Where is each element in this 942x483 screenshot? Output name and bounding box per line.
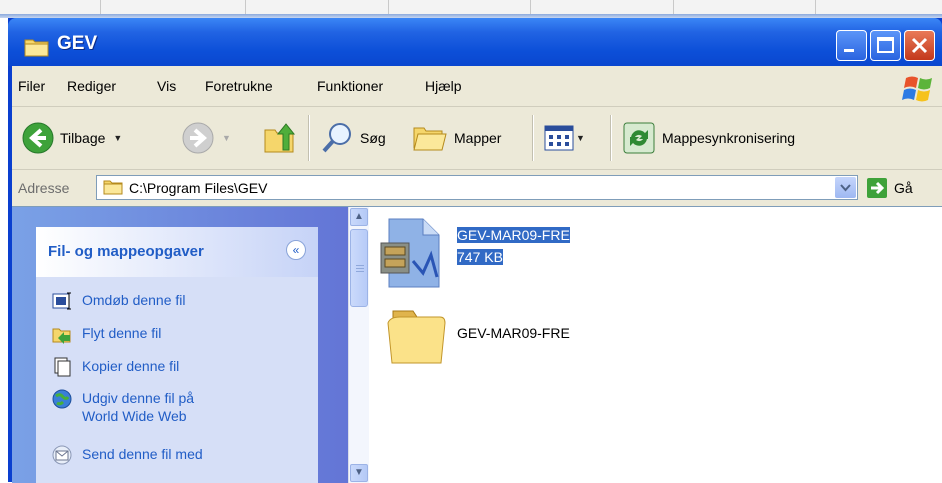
- folder-icon: [387, 310, 446, 364]
- go-label: Gå: [894, 180, 913, 196]
- scroll-down-button[interactable]: ▼: [350, 464, 368, 482]
- file-item-folder[interactable]: GEV-MAR09-FRE: [385, 301, 570, 370]
- back-label: Tilbage: [60, 130, 106, 146]
- move-file-label: Flyt denne fil: [82, 325, 162, 341]
- scroll-thumb[interactable]: [350, 229, 368, 307]
- folder-icon: [24, 39, 49, 57]
- chevron-down-icon[interactable]: ▼: [576, 133, 585, 143]
- rename-file-label: Omdøb denne fil: [82, 292, 186, 308]
- rename-file-link[interactable]: Omdøb denne fil: [52, 291, 186, 311]
- back-arrow-icon: [22, 122, 54, 154]
- zip-archive-icon: [380, 218, 440, 288]
- explorer-window: GEV Filer Rediger Vis Foretrukne Funktio…: [8, 18, 942, 483]
- menu-view[interactable]: Vis: [157, 78, 176, 94]
- address-bar: Adresse C:\Program Files\GEV Gå: [12, 170, 942, 206]
- folders-label: Mapper: [454, 130, 502, 146]
- sync-label: Mappesynkronisering: [662, 130, 796, 146]
- minimize-icon: [844, 49, 854, 52]
- task-pane: Fil- og mappeopgaver « Omdøb denne fil F…: [12, 207, 348, 483]
- go-button[interactable]: Gå: [866, 177, 913, 199]
- search-icon: [322, 123, 351, 153]
- publish-line-2: World Wide Web: [82, 408, 187, 424]
- publish-file-link[interactable]: Udgiv denne fil på World Wide Web: [52, 389, 194, 425]
- title-bar[interactable]: GEV: [8, 18, 942, 66]
- menu-edit[interactable]: Rediger: [67, 78, 116, 94]
- scroll-up-button[interactable]: ▲: [350, 208, 368, 226]
- maximize-icon: [877, 37, 894, 53]
- minimize-button[interactable]: [836, 30, 867, 61]
- back-button[interactable]: Tilbage ▼: [22, 107, 122, 169]
- folder-up-icon: [264, 123, 296, 153]
- publish-file-label: Udgiv denne fil på World Wide Web: [82, 389, 194, 425]
- publish-icon: [52, 389, 72, 409]
- background-window-edge: [0, 0, 942, 18]
- address-label: Adresse: [18, 180, 70, 196]
- menu-favorites[interactable]: Foretrukne: [205, 78, 273, 94]
- menu-help[interactable]: Hjælp: [425, 78, 462, 94]
- copy-file-label: Kopier denne fil: [82, 358, 180, 374]
- file-name: GEV-MAR09-FRE: [457, 227, 570, 243]
- content-area: Fil- og mappeopgaver « Omdøb denne fil F…: [12, 206, 942, 483]
- search-button[interactable]: Søg: [320, 107, 386, 169]
- file-list: GEV-MAR09-FRE 747 KB GEV-MAR09-FRE: [369, 207, 942, 483]
- maximize-button[interactable]: [870, 30, 901, 61]
- publish-line-1: Udgiv denne fil på: [82, 390, 195, 406]
- divider: [532, 115, 534, 161]
- collapse-icon[interactable]: «: [286, 240, 306, 260]
- folders-icon: [413, 127, 447, 151]
- address-input[interactable]: C:\Program Files\GEV: [96, 175, 858, 200]
- folder-name: GEV-MAR09-FRE: [457, 325, 570, 341]
- forward-arrow-icon: [182, 122, 214, 154]
- views-button[interactable]: ▼: [544, 107, 585, 169]
- email-file-label: Send denne fil med: [82, 446, 203, 462]
- rename-icon: [52, 292, 71, 310]
- go-arrow-icon: [867, 178, 887, 198]
- grip-line: [356, 268, 364, 269]
- views-icon: [544, 125, 574, 151]
- divider: [308, 115, 310, 161]
- address-dropdown-button[interactable]: [835, 177, 856, 198]
- file-size: 747 KB: [457, 249, 503, 265]
- menu-tools[interactable]: Funktioner: [317, 78, 383, 94]
- move-icon: [52, 328, 71, 344]
- close-icon: [911, 37, 928, 54]
- chevron-down-icon[interactable]: ▼: [222, 133, 231, 143]
- address-path: C:\Program Files\GEV: [129, 180, 268, 196]
- file-item-zip[interactable]: GEV-MAR09-FRE 747 KB: [379, 217, 570, 292]
- up-folder-button[interactable]: [262, 107, 298, 169]
- chevron-down-icon[interactable]: ▼: [113, 133, 122, 143]
- divider: [610, 115, 612, 161]
- chevron-down-icon: [840, 184, 851, 192]
- window-title: GEV: [57, 33, 98, 54]
- copy-file-link[interactable]: Kopier denne fil: [52, 357, 179, 377]
- toolbar: Tilbage ▼ ▼ Søg Mapper ▼ Mappesynkronise…: [12, 107, 942, 170]
- move-file-link[interactable]: Flyt denne fil: [52, 324, 161, 344]
- sync-icon: [623, 122, 655, 154]
- window-client: Filer Rediger Vis Foretrukne Funktioner …: [12, 66, 942, 483]
- windows-logo-icon: [902, 76, 932, 102]
- grip-line: [356, 271, 364, 272]
- panel-title: Fil- og mappeopgaver: [48, 243, 204, 260]
- email-file-link[interactable]: Send denne fil med: [52, 445, 203, 465]
- menu-bar: Filer Rediger Vis Foretrukne Funktioner …: [12, 66, 942, 107]
- folders-button[interactable]: Mapper: [412, 107, 501, 169]
- forward-button[interactable]: ▼: [182, 107, 231, 169]
- grip-line: [356, 265, 364, 266]
- email-icon: [52, 445, 72, 465]
- file-tasks-panel: Fil- og mappeopgaver « Omdøb denne fil F…: [36, 227, 318, 483]
- search-label: Søg: [360, 130, 386, 146]
- sync-button[interactable]: Mappesynkronisering: [622, 107, 795, 169]
- copy-icon: [54, 357, 71, 377]
- close-button[interactable]: [904, 30, 935, 61]
- vertical-scrollbar[interactable]: ▲ ▼: [348, 207, 369, 483]
- menu-file[interactable]: Filer: [18, 78, 45, 94]
- folder-icon: [103, 180, 123, 195]
- panel-header[interactable]: Fil- og mappeopgaver «: [36, 227, 318, 277]
